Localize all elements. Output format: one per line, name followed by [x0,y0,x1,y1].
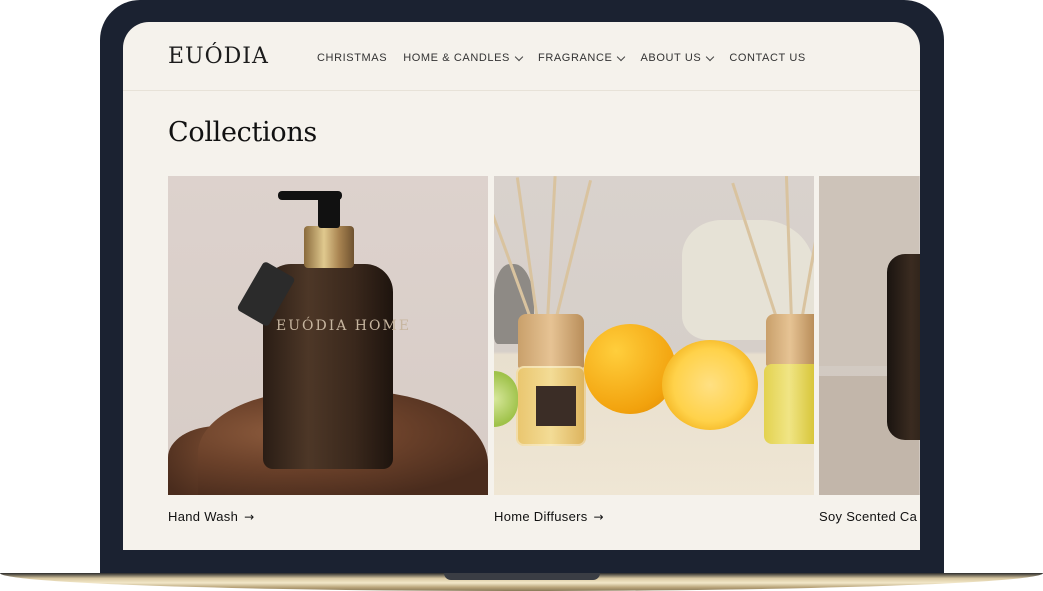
nav-item-christmas[interactable]: CHRISTMAS [317,52,387,64]
collection-link[interactable]: Soy Scented Ca [819,509,920,524]
nav-item-label: ABOUT US [640,52,702,64]
chevron-down-icon [514,52,524,61]
bottle-collar [304,226,354,268]
collection-label: Home Diffusers [494,509,588,524]
diffuser-jar [764,364,814,444]
collection-link[interactable]: Hand Wash → [168,509,488,524]
lemon-half [662,340,758,430]
orange-fruit [584,324,676,414]
reed-stick [546,176,557,322]
nav-item-fragrance[interactable]: FRAGRANCE [538,52,626,64]
nav-item-label: FRAGRANCE [538,52,613,64]
collection-link[interactable]: Home Diffusers → [494,509,814,524]
reed-stick [554,179,593,322]
arrow-right-icon: → [593,510,604,524]
collections-grid: EUÓDIA HOME Hand Wash → Home Diffusers →… [168,176,920,550]
collection-label: Hand Wash [168,509,239,524]
main-nav: CHRISTMAS HOME & CANDLES FRAGRANCE ABOUT… [317,52,822,64]
arrow-right-icon: → [244,510,255,524]
site-header: EUÓDIA CHRISTMAS HOME & CANDLES FRAGRANC… [123,22,920,91]
bottle-spout [278,191,342,200]
collection-card-soy-candles[interactable]: Soy Scented Ca [819,176,920,524]
candle-jar [887,254,920,440]
home-diffusers-image[interactable] [494,176,814,495]
nav-item-label: CHRISTMAS [317,52,388,64]
chevron-down-icon [706,52,715,61]
bottle-brand-text: EUÓDIA HOME [276,318,412,334]
collection-label: Soy Scented Ca [819,509,918,524]
nav-item-home-candles[interactable]: HOME & CANDLES [403,52,524,64]
chevron-down-icon [617,52,626,61]
soy-candles-image[interactable] [819,176,920,495]
nav-item-label: CONTACT US [729,52,806,64]
collection-card-hand-wash[interactable]: EUÓDIA HOME Hand Wash → [168,176,488,524]
lime-slice [494,371,518,427]
nav-item-about-us[interactable]: ABOUT US [640,52,715,64]
collection-card-home-diffusers[interactable]: Home Diffusers → [494,176,814,524]
brand-logo[interactable]: EUÓDIA [168,44,269,69]
diffuser-cork [766,314,814,366]
nav-item-contact-us[interactable]: CONTACT US [729,52,806,64]
browser-screen: EUÓDIA CHRISTMAS HOME & CANDLES FRAGRANC… [123,22,920,550]
nav-item-label: HOME & CANDLES [403,52,510,64]
page-title: Collections [168,117,317,148]
laptop-notch [444,573,600,580]
diffuser-cork [518,314,584,368]
diffuser-label [536,386,576,426]
hand-wash-image[interactable]: EUÓDIA HOME [168,176,488,495]
